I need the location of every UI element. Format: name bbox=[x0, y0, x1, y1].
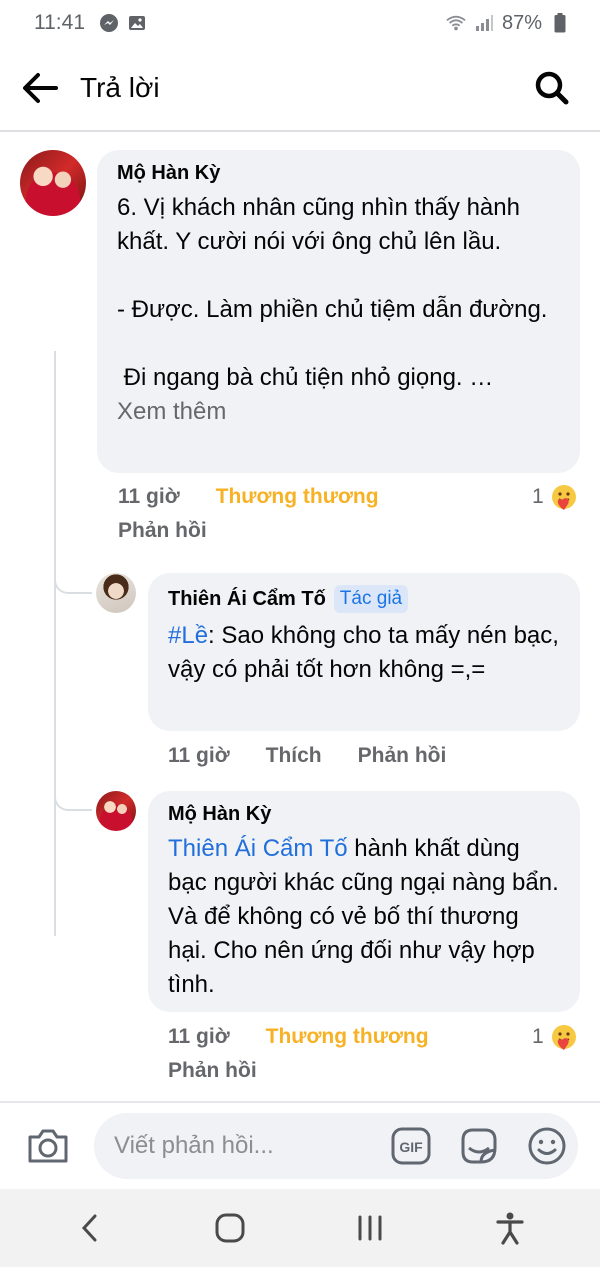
comment-time[interactable]: 11 giờ bbox=[168, 744, 230, 768]
battery-icon bbox=[550, 13, 570, 33]
comment-bubble: Mộ Hàn Kỳ 6. Vị khách nhân cũng nhìn thấ… bbox=[97, 150, 580, 473]
mention-link[interactable]: Thiên Ái Cẩm Tố bbox=[168, 835, 348, 862]
comment-author[interactable]: Mộ Hàn Kỳ bbox=[168, 803, 560, 826]
emoji-button[interactable] bbox=[526, 1125, 568, 1167]
sticker-icon bbox=[461, 1128, 497, 1164]
wifi-icon bbox=[446, 13, 466, 33]
avatar[interactable] bbox=[20, 150, 86, 216]
author-badge: Tác giả bbox=[333, 585, 409, 613]
comment-author[interactable]: Thiên Ái Cẩm Tố bbox=[168, 588, 326, 611]
reply-button[interactable]: Phản hồi bbox=[118, 519, 207, 543]
comment-time[interactable]: 11 giờ bbox=[118, 485, 180, 509]
thread-branch bbox=[54, 572, 92, 594]
signal-icon bbox=[474, 13, 494, 33]
comment-actions: 11 giờ Thương thương bbox=[118, 485, 379, 509]
arrow-left-icon bbox=[23, 73, 58, 103]
comment-actions: 11 giờ Thích Phản hồi bbox=[168, 744, 446, 768]
comment-actions: 11 giờ Thương thương bbox=[168, 1025, 429, 1049]
gif-button[interactable]: GIF bbox=[390, 1125, 432, 1167]
chevron-left-icon bbox=[81, 1214, 97, 1242]
comment-bubble: Mộ Hàn Kỳ Thiên Ái Cẩm Tố hành khất dùng… bbox=[148, 791, 580, 1012]
avatar[interactable] bbox=[96, 791, 136, 831]
thread-branch bbox=[54, 789, 92, 811]
reaction-button[interactable]: Thương thương bbox=[266, 1025, 429, 1049]
see-more-link[interactable]: Xem thêm bbox=[117, 395, 560, 429]
avatar[interactable] bbox=[96, 573, 136, 613]
reaction-summary[interactable]: 1 bbox=[532, 483, 578, 511]
like-button[interactable]: Thích bbox=[266, 744, 322, 768]
reply-composer: GIF bbox=[0, 1101, 600, 1189]
page-title: Trả lời bbox=[80, 72, 160, 103]
comment-text: Thiên Ái Cẩm Tố hành khất dùng bạc người… bbox=[168, 835, 566, 998]
comment-text: 6. Vị khách nhân cũng nhìn thấy hành khấ… bbox=[117, 194, 548, 391]
comment-bubble: Thiên Ái Cẩm Tố Tác giả #Lề: Sao không c… bbox=[148, 573, 580, 731]
image-notification-icon bbox=[127, 13, 147, 33]
svg-text:GIF: GIF bbox=[399, 1139, 423, 1155]
reply-button[interactable]: Phản hồi bbox=[358, 744, 447, 768]
comment-author-row: Thiên Ái Cẩm Tố Tác giả bbox=[168, 585, 560, 613]
accessibility-button[interactable] bbox=[480, 1198, 540, 1258]
recents-icon bbox=[358, 1215, 382, 1241]
reaction-count: 1 bbox=[532, 1025, 544, 1048]
camera-icon bbox=[28, 1129, 68, 1163]
system-nav-bar bbox=[0, 1189, 600, 1267]
back-button[interactable] bbox=[20, 68, 60, 108]
comment-thread: Mộ Hàn Kỳ 6. Vị khách nhân cũng nhìn thấ… bbox=[0, 133, 600, 1101]
gif-icon: GIF bbox=[391, 1127, 431, 1165]
reaction-summary[interactable]: 1 bbox=[532, 1023, 578, 1051]
comment-author[interactable]: Mộ Hàn Kỳ bbox=[117, 162, 560, 185]
nav-home-button[interactable] bbox=[200, 1198, 260, 1258]
thread-connector bbox=[54, 351, 56, 936]
care-reaction-icon bbox=[551, 485, 576, 510]
nav-recents-button[interactable] bbox=[340, 1198, 400, 1258]
camera-button[interactable] bbox=[24, 1122, 72, 1170]
reaction-button[interactable]: Thương thương bbox=[216, 485, 379, 509]
reply-input-container: GIF bbox=[94, 1113, 578, 1179]
comment-time[interactable]: 11 giờ bbox=[168, 1025, 230, 1049]
status-bar: 11:41 87% bbox=[0, 0, 600, 46]
care-reaction-icon bbox=[551, 1025, 576, 1050]
reply-input[interactable] bbox=[114, 1132, 384, 1160]
comment-text: #Lề: Sao không cho ta mấy nén bạc, vậy c… bbox=[168, 622, 566, 683]
app-header: Trả lời bbox=[0, 46, 600, 132]
home-icon bbox=[215, 1213, 245, 1243]
nav-back-button[interactable] bbox=[60, 1198, 120, 1258]
emoji-icon bbox=[528, 1127, 566, 1165]
status-time: 11:41 bbox=[34, 11, 85, 34]
hashtag-link[interactable]: #Lề bbox=[168, 622, 208, 649]
sticker-button[interactable] bbox=[458, 1125, 500, 1167]
reply-button[interactable]: Phản hồi bbox=[168, 1059, 257, 1083]
reaction-count: 1 bbox=[532, 485, 544, 508]
messenger-notification-icon bbox=[99, 13, 119, 33]
battery-percent: 87% bbox=[501, 11, 542, 34]
search-icon bbox=[535, 71, 569, 105]
accessibility-icon bbox=[496, 1212, 524, 1245]
search-button[interactable] bbox=[532, 68, 572, 108]
